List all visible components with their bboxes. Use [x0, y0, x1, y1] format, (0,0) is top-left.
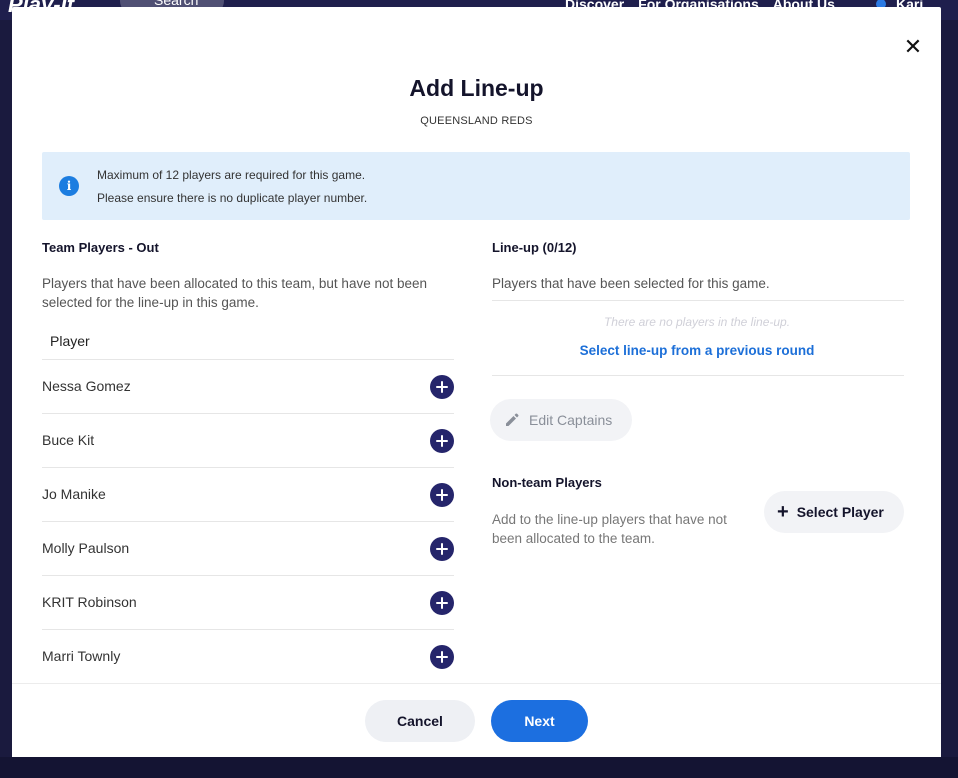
info-text-max-players: Maximum of 12 players are required for t…	[97, 168, 366, 182]
select-player-label: Select Player	[796, 504, 884, 520]
list-item: Jo Manike	[42, 468, 454, 522]
pencil-icon	[506, 413, 519, 426]
list-item: Molly Paulson	[42, 522, 454, 576]
cancel-button[interactable]: Cancel	[365, 700, 475, 742]
non-team-players-description: Add to the line-up players that have not…	[492, 512, 727, 546]
info-icon: i	[59, 176, 79, 196]
team-players-out-heading: Team Players - Out	[42, 240, 159, 255]
divider	[492, 300, 904, 301]
select-player-button[interactable]: + Select Player	[764, 491, 904, 533]
list-item: Nessa Gomez	[42, 360, 454, 414]
lineup-description: Players that have been selected for this…	[492, 276, 770, 291]
add-player-button[interactable]	[430, 483, 454, 507]
modal-title: Add Line-up	[409, 75, 544, 101]
add-player-button[interactable]	[430, 645, 454, 669]
edit-captains-label: Edit Captains	[529, 412, 613, 428]
non-team-players-heading: Non-team Players	[492, 475, 602, 490]
add-player-button[interactable]	[430, 537, 454, 561]
player-column-header: Player	[50, 333, 90, 349]
empty-lineup-message: There are no players in the line-up.	[603, 315, 791, 329]
add-player-button[interactable]	[430, 375, 454, 399]
team-players-list: Nessa Gomez Buce Kit Jo Manike Molly Pau…	[42, 359, 454, 684]
add-lineup-modal: ✕ Add Line-up QUEENSLAND REDS i Maximum …	[12, 7, 941, 757]
plus-icon: +	[777, 501, 789, 523]
team-name: QUEENSLAND REDS	[420, 115, 533, 127]
add-player-button[interactable]	[430, 591, 454, 615]
player-name: KRIT Robinson	[42, 594, 137, 610]
next-button[interactable]: Next	[491, 700, 588, 742]
modal-footer: Cancel Next	[12, 683, 941, 757]
player-name: Marri Townly	[42, 648, 121, 664]
player-name: Molly Paulson	[42, 540, 130, 556]
close-icon[interactable]: ✕	[903, 36, 923, 58]
player-name: Nessa Gomez	[42, 378, 131, 394]
add-player-button[interactable]	[430, 429, 454, 453]
player-name: Buce Kit	[42, 432, 95, 448]
list-item: Buce Kit	[42, 414, 454, 468]
info-text-duplicate-number: Please ensure there is no duplicate play…	[97, 191, 368, 205]
list-item: Marri Townly	[42, 630, 454, 684]
team-players-out-description: Players that have been allocated to this…	[42, 276, 428, 310]
info-banner: i Maximum of 12 players are required for…	[42, 152, 910, 220]
divider	[492, 375, 904, 376]
list-item: KRIT Robinson	[42, 576, 454, 630]
select-previous-round-link[interactable]: Select line-up from a previous round	[492, 343, 902, 358]
page-background-footer	[0, 757, 958, 778]
edit-captains-button[interactable]: Edit Captains	[490, 399, 632, 441]
lineup-heading: Line-up (0/12)	[492, 240, 577, 255]
player-name: Jo Manike	[42, 486, 106, 502]
